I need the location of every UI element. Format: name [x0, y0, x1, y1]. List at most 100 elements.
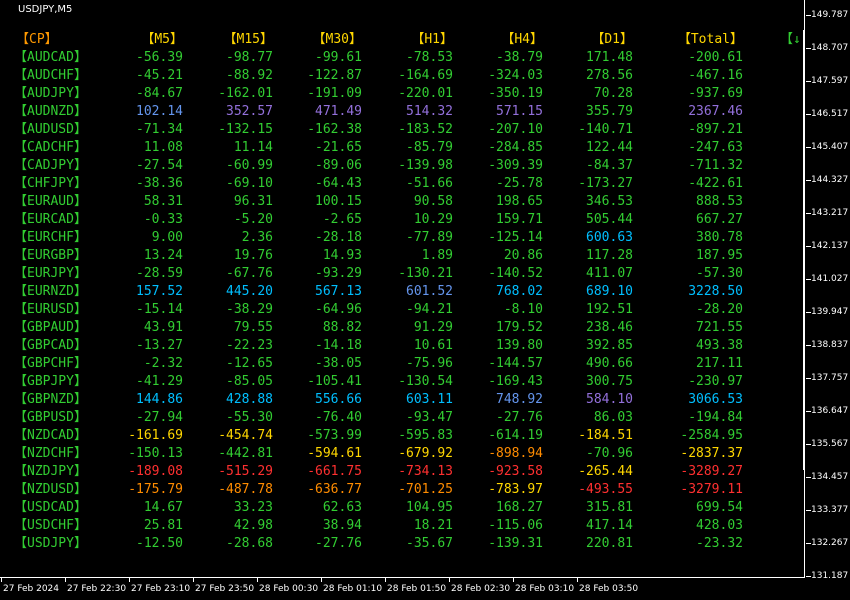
value-cell: 428.03 [696, 518, 743, 533]
value-cell: -130.54 [398, 374, 453, 389]
price-label: 134.457 [811, 472, 849, 482]
table-row: 【GBPNZD】 144.86 428.88 556.66 603.11 748.92 58… [0, 391, 790, 409]
pair-label: 【NZDUSD】 [14, 482, 87, 497]
value-cell: 278.56 [586, 68, 633, 83]
value-cell: 428.88 [226, 392, 273, 407]
price-label: 147.597 [811, 76, 849, 86]
value-cell: -144.57 [488, 356, 543, 371]
value-cell: -139.98 [398, 158, 453, 173]
value-cell: -89.06 [315, 158, 362, 173]
table-row: 【NZDCAD】 -161.69 -454.74 -573.99 -595.83 -614… [0, 427, 790, 445]
value-cell: -60.99 [226, 158, 273, 173]
value-cell: -191.09 [307, 86, 362, 101]
value-cell: -99.61 [315, 50, 362, 65]
value-cell: -75.96 [406, 356, 453, 371]
table-row: 【EURCAD】 -0.33 -5.20 -2.65 10.29 159.71 505.44… [0, 211, 790, 229]
value-cell: -169.43 [488, 374, 543, 389]
value-cell: 505.44 [586, 212, 633, 227]
value-cell: 411.07 [586, 266, 633, 281]
value-cell: -515.29 [218, 464, 273, 479]
value-cell: 43.91 [143, 320, 183, 335]
value-cell: 10.29 [413, 212, 453, 227]
pair-label: 【AUDNZD】 [14, 104, 87, 119]
pair-label: 【EURCHF】 [14, 230, 87, 245]
value-cell: 33.23 [233, 500, 273, 515]
value-cell: 9.00 [151, 230, 183, 245]
value-cell: 58.31 [143, 194, 183, 209]
table-row: 【NZDUSD】 -175.79 -487.78 -636.77 -701.25 -783… [0, 481, 790, 499]
value-cell: 514.32 [406, 104, 453, 119]
value-cell: 179.52 [496, 320, 543, 335]
value-cell: 238.46 [586, 320, 633, 335]
pair-label: 【EURUSD】 [14, 302, 87, 317]
value-cell: -897.21 [688, 122, 743, 137]
value-cell: -454.74 [218, 428, 273, 443]
table-row: 【GBPUSD】 -27.94 -55.30 -76.40 -93.47 -27.76 86… [0, 409, 790, 427]
pair-label: 【AUDCAD】 [14, 50, 87, 65]
time-tick [513, 578, 514, 582]
value-cell: -487.78 [218, 482, 273, 497]
value-cell: -184.51 [578, 428, 633, 443]
value-cell: 90.58 [413, 194, 453, 209]
chart-shift-marker[interactable] [803, 30, 805, 470]
pair-label: 【USDJPY】 [14, 536, 87, 551]
value-cell: 100.15 [315, 194, 362, 209]
value-cell: 1.89 [421, 248, 453, 263]
value-cell: 10.61 [413, 338, 453, 353]
value-cell: -27.76 [315, 536, 362, 551]
value-cell: -76.40 [315, 410, 362, 425]
value-cell: 11.14 [233, 140, 273, 155]
pair-label: 【AUDJPY】 [14, 86, 87, 101]
value-cell: 70.28 [593, 86, 633, 101]
price-label: 144.327 [811, 175, 849, 185]
value-cell: -98.77 [226, 50, 273, 65]
price-label: 143.217 [811, 208, 849, 218]
pair-label: 【GBPCAD】 [14, 338, 87, 353]
value-cell: -28.20 [696, 302, 743, 317]
table-row: 【GBPCHF】 -2.32 -12.65 -38.05 -75.96 -144.57 49… [0, 355, 790, 373]
value-cell: -93.47 [406, 410, 453, 425]
value-cell: -220.01 [398, 86, 453, 101]
price-label: 148.707 [811, 43, 849, 53]
value-cell: 417.14 [586, 518, 633, 533]
value-cell: -69.10 [226, 176, 273, 191]
value-cell: 217.11 [696, 356, 743, 371]
value-cell: 3066.53 [688, 392, 743, 407]
value-cell: 159.71 [496, 212, 543, 227]
header-cp: 【CP】 [16, 32, 58, 47]
value-cell: 88.82 [322, 320, 362, 335]
value-cell: 689.10 [586, 284, 633, 299]
pair-label: 【EURAUD】 [14, 194, 87, 209]
value-cell: 445.20 [226, 284, 273, 299]
value-cell: -85.05 [226, 374, 273, 389]
price-label: 131.187 [811, 571, 849, 581]
table-row: 【EURUSD】 -15.14 -38.29 -64.96 -94.21 -8.10 192… [0, 301, 790, 319]
time-label: 28 Feb 03:50 [579, 584, 639, 594]
value-cell: -284.85 [488, 140, 543, 155]
value-cell: -27.94 [136, 410, 183, 425]
sort-down-icon[interactable]: 【↓ [780, 31, 801, 49]
value-cell: -45.21 [136, 68, 183, 83]
value-cell: -247.63 [688, 140, 743, 155]
value-cell: 144.86 [136, 392, 183, 407]
value-cell: 192.51 [586, 302, 633, 317]
value-cell: -94.21 [406, 302, 453, 317]
price-label: 136.647 [811, 406, 849, 416]
value-cell: -93.29 [315, 266, 362, 281]
value-cell: 62.63 [322, 500, 362, 515]
table-row: 【AUDUSD】 -71.34 -132.15 -162.38 -183.52 -207.… [0, 121, 790, 139]
header-h1: 【H1】 [411, 32, 453, 47]
value-cell: -64.96 [315, 302, 362, 317]
value-cell: -711.32 [688, 158, 743, 173]
pair-label: 【GBPNZD】 [14, 392, 87, 407]
value-cell: 171.48 [586, 50, 633, 65]
time-label: 28 Feb 03:10 [515, 584, 575, 594]
header-m15: 【M15】 [223, 32, 273, 47]
value-cell: -70.96 [586, 446, 633, 461]
value-cell: 556.66 [315, 392, 362, 407]
value-cell: -140.71 [578, 122, 633, 137]
pair-label: 【AUDCHF】 [14, 68, 87, 83]
value-cell: -105.41 [307, 374, 362, 389]
value-cell: -2837.37 [680, 446, 743, 461]
time-label: 27 Feb 22:30 [67, 584, 127, 594]
